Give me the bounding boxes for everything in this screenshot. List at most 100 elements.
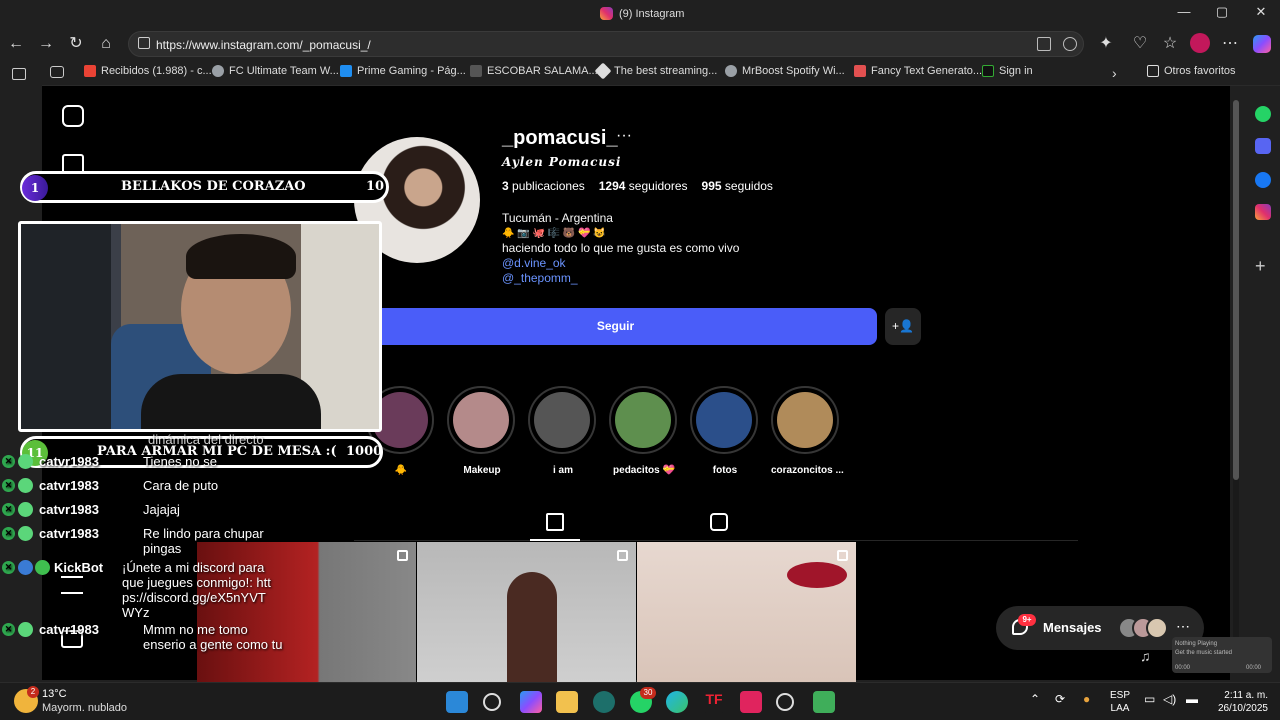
tab-actions-icon[interactable] bbox=[12, 68, 26, 80]
bio-link-thepomm[interactable]: @_thepomm_ bbox=[502, 271, 739, 286]
taskbar: 2 13°C Mayorm. nublado 30 TF ⌃ ⟳ ● ESP L… bbox=[0, 682, 1280, 720]
profile-options-icon[interactable]: ··· bbox=[616, 127, 632, 145]
battery-icon[interactable]: ▬ bbox=[1186, 693, 1198, 706]
prime-gaming-icon bbox=[340, 65, 352, 77]
close-button[interactable]: ✕ bbox=[1246, 4, 1276, 22]
minimize-button[interactable]: — bbox=[1169, 4, 1199, 22]
highlight-item[interactable]: fotos bbox=[690, 386, 760, 476]
now-playing-widget[interactable]: Nothing Playing Get the music started 00… bbox=[1172, 637, 1272, 673]
microphone-icon[interactable]: ● bbox=[1083, 693, 1090, 706]
posts-grid-icon[interactable] bbox=[546, 513, 564, 531]
bookmark-prime-gaming[interactable]: Prime Gaming - Pág... bbox=[340, 65, 466, 77]
posts-label: publicaciones bbox=[512, 179, 585, 193]
instagram-logo-icon[interactable] bbox=[62, 105, 84, 127]
address-bar[interactable]: https://www.instagram.com/_pomacusi_/ bbox=[128, 31, 1084, 57]
following-stat[interactable]: 995 seguidos bbox=[702, 179, 773, 193]
tagged-icon[interactable] bbox=[710, 513, 728, 531]
edge-icon[interactable] bbox=[666, 691, 688, 713]
highlight-item[interactable]: corazoncitos ... bbox=[771, 386, 844, 476]
tf-app-icon[interactable]: TF bbox=[703, 691, 725, 713]
active-tab-indicator bbox=[530, 539, 580, 541]
other-favorites[interactable]: Otros favoritos bbox=[1147, 65, 1236, 77]
url-text[interactable]: https://www.instagram.com/_pomacusi_/ bbox=[156, 38, 371, 52]
weather-description: Mayorm. nublado bbox=[42, 702, 127, 714]
highlight-item[interactable]: pedacitos 💝 bbox=[609, 386, 679, 476]
sync-icon[interactable]: ⟳ bbox=[1055, 693, 1065, 706]
bookmark-streaming[interactable]: The best streaming... bbox=[594, 62, 718, 80]
followers-stat[interactable]: 1294 seguidores bbox=[599, 179, 688, 193]
post-thumbnail[interactable] bbox=[637, 542, 856, 682]
file-explorer-icon[interactable] bbox=[556, 691, 578, 713]
maximize-button[interactable]: ▢ bbox=[1207, 4, 1237, 22]
settings-menu-icon[interactable]: ⋯ bbox=[1218, 32, 1242, 56]
bookmark-gmail[interactable]: Recibidos (1.988) - c... bbox=[84, 65, 212, 77]
suggested-users-icon[interactable]: +👤 bbox=[885, 308, 921, 345]
favorites-icon[interactable]: ☆ bbox=[1158, 32, 1182, 56]
post-thumbnail[interactable] bbox=[417, 542, 636, 682]
back-icon[interactable]: ← bbox=[4, 32, 28, 56]
add-sidebar-icon[interactable]: + bbox=[1255, 256, 1266, 277]
facebook-icon[interactable] bbox=[1255, 172, 1271, 188]
copilot-taskbar-icon[interactable] bbox=[520, 691, 542, 713]
chat-message: ✕ catvr1983 Tienes no se bbox=[2, 454, 293, 469]
sub-badge-icon bbox=[18, 622, 33, 637]
bookmarks-overflow-icon[interactable]: › bbox=[1112, 65, 1117, 81]
page-scrollbar[interactable] bbox=[1233, 100, 1239, 660]
follow-button[interactable]: Seguir bbox=[354, 308, 877, 345]
app-icon[interactable] bbox=[776, 693, 794, 711]
refresh-icon[interactable]: ↻ bbox=[64, 32, 88, 56]
forward-icon[interactable]: → bbox=[34, 32, 58, 56]
bookmark-mrboost[interactable]: MrBoost Spotify Wi... bbox=[725, 65, 845, 77]
bookmark-escobar[interactable]: ESCOBAR SALAMA... bbox=[470, 65, 598, 77]
highlight-label: 🐥 bbox=[394, 465, 408, 476]
favorite-star-icon[interactable] bbox=[1063, 37, 1077, 51]
copilot-icon[interactable] bbox=[1253, 35, 1271, 53]
search-icon[interactable] bbox=[483, 693, 501, 711]
profile-avatar[interactable] bbox=[1190, 33, 1210, 53]
browser-essentials-icon[interactable]: ♡ bbox=[1128, 32, 1152, 56]
followers-count: 1294 bbox=[598, 179, 626, 193]
bookmark-label: FC Ultimate Team W... bbox=[229, 65, 339, 77]
home-icon[interactable]: ⌂ bbox=[94, 32, 118, 56]
bio-link-dvine[interactable]: @d.vine_ok bbox=[502, 256, 739, 271]
bookmark-fancy-text[interactable]: Fancy Text Generato... bbox=[854, 65, 982, 77]
profile-stats: 3 publicaciones 1294 seguidores 995 segu… bbox=[502, 179, 773, 193]
reading-list-icon[interactable] bbox=[50, 66, 64, 78]
bookmark-label: The best streaming... bbox=[614, 65, 718, 77]
more-icon[interactable]: ⋯ bbox=[1176, 618, 1190, 635]
extensions-icon[interactable]: ✦ bbox=[1094, 32, 1118, 56]
chevron-up-icon[interactable]: ⌃ bbox=[1030, 693, 1040, 706]
sub-badge-icon bbox=[18, 454, 33, 469]
fancy-text-icon bbox=[854, 65, 866, 77]
chat-text: dinámica del directo bbox=[148, 432, 264, 447]
music-note-icon: ♫ bbox=[1140, 648, 1151, 664]
app-icon[interactable] bbox=[593, 691, 615, 713]
other-favorites-label: Otros favoritos bbox=[1164, 65, 1236, 77]
highlight-item[interactable]: i am bbox=[528, 386, 598, 476]
now-playing-duration: 00:00 bbox=[1246, 665, 1262, 671]
whatsapp-icon[interactable] bbox=[1255, 106, 1271, 122]
network-icon[interactable]: ▭ bbox=[1144, 693, 1155, 706]
highlight-item[interactable]: Makeup bbox=[447, 386, 517, 476]
highlight-cover bbox=[534, 392, 590, 448]
bookmark-fc-ultimate[interactable]: FC Ultimate Team W... bbox=[212, 65, 339, 77]
bookmark-icon bbox=[470, 65, 482, 77]
avatar bbox=[1146, 617, 1168, 639]
app-icon[interactable] bbox=[813, 691, 835, 713]
split-screen-icon[interactable] bbox=[1037, 37, 1051, 51]
clock[interactable]: 2:11 a. m. 26/10/2025 bbox=[1208, 689, 1268, 715]
instagram-sidebar-icon[interactable] bbox=[1255, 204, 1271, 220]
profile-username: _pomacusi_ bbox=[502, 127, 618, 149]
discord-icon[interactable] bbox=[1255, 138, 1271, 154]
language-indicator[interactable]: ESP LAA bbox=[1110, 689, 1130, 715]
bookmark-sign-in[interactable]: Sign in bbox=[982, 65, 1033, 77]
goal-title: BELLAKOS DE CORAZAO bbox=[121, 179, 306, 194]
sub-badge-icon bbox=[18, 478, 33, 493]
carousel-icon bbox=[837, 550, 848, 561]
chat-username: catvr1983 bbox=[39, 454, 99, 469]
window-titlebar: (9) Instagram — ▢ ✕ bbox=[0, 0, 1280, 28]
tiktok-icon[interactable] bbox=[740, 691, 762, 713]
posts-stat[interactable]: 3 publicaciones bbox=[502, 179, 585, 193]
start-icon[interactable] bbox=[446, 691, 468, 713]
volume-icon[interactable]: ◁) bbox=[1163, 693, 1176, 706]
